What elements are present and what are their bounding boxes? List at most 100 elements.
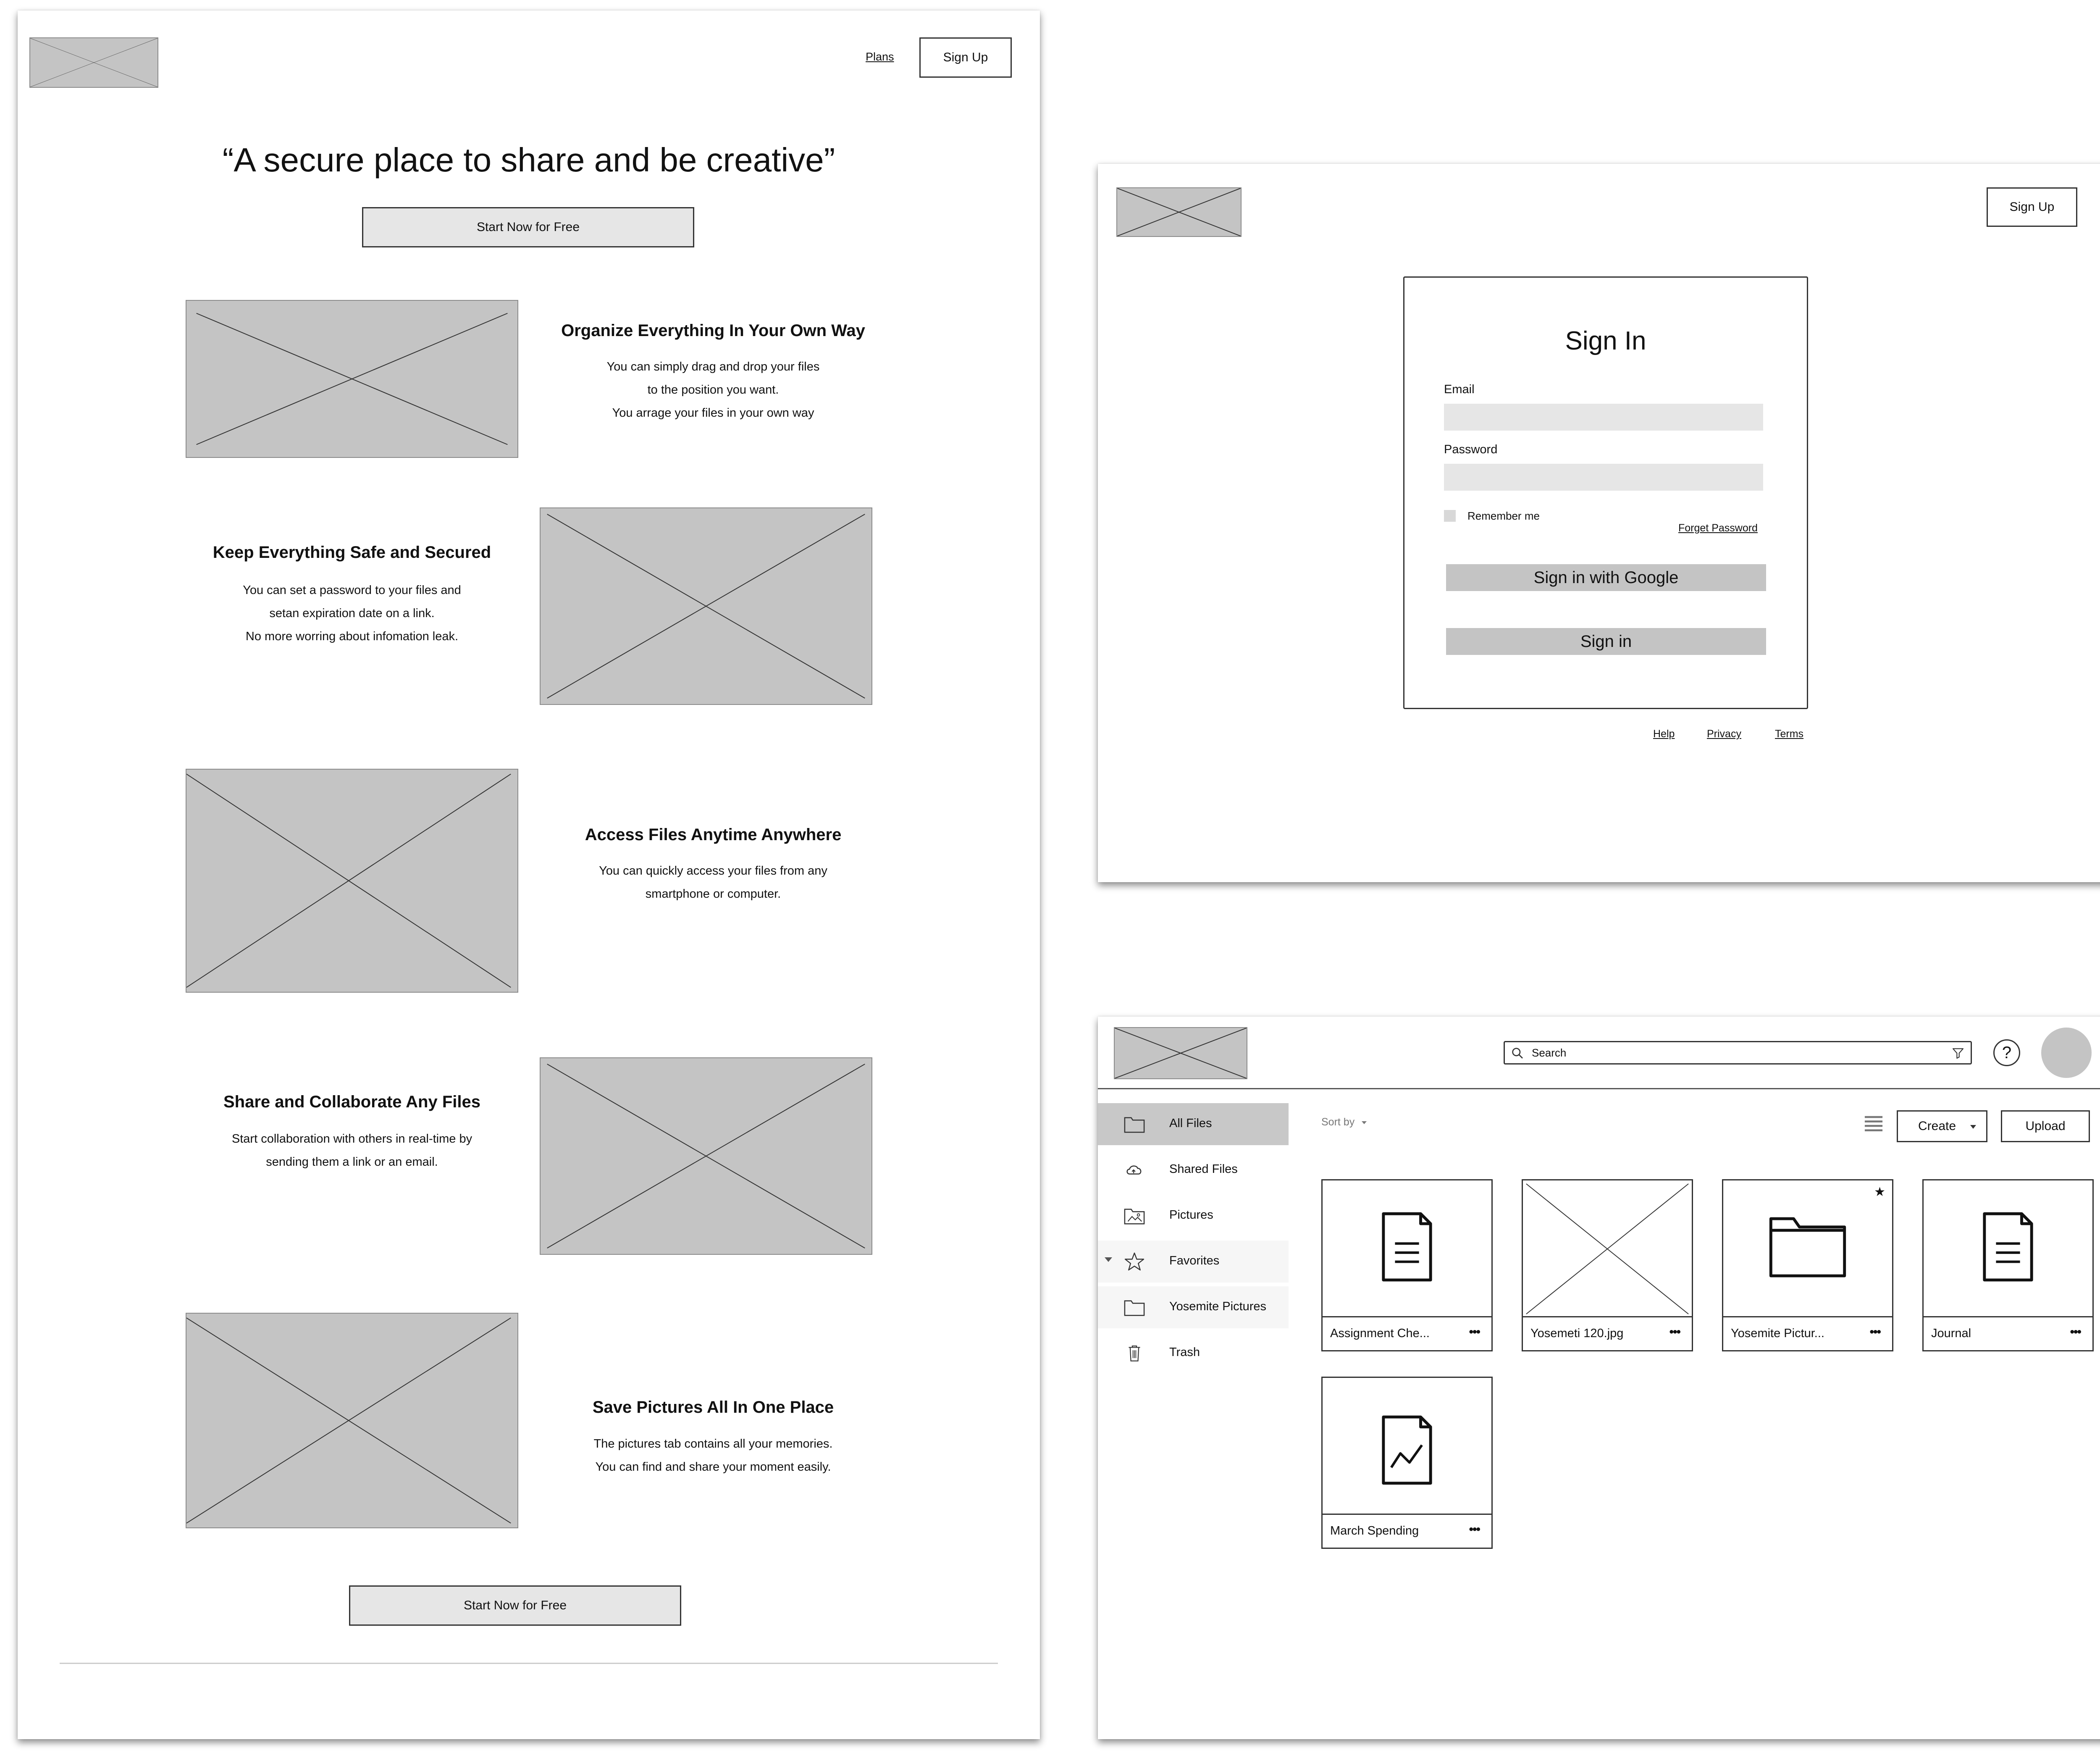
file-card[interactable]: Journal ••• <box>1922 1179 2094 1351</box>
remember-label: Remember me <box>1467 510 1540 522</box>
file-card[interactable]: ★ Yosemite Pictur... ••• <box>1722 1179 1893 1351</box>
signin-title: Sign In <box>1565 326 1646 355</box>
more-options-icon[interactable]: ••• <box>2070 1325 2081 1339</box>
placeholder-cross-icon <box>1117 188 1241 236</box>
feature-line: No more worring about infomation leak. <box>245 630 459 643</box>
sidebar-item-label: All Files <box>1169 1117 1212 1130</box>
placeholder-cross-icon <box>186 770 517 992</box>
sidebar-item-label: Shared Files <box>1169 1162 1238 1176</box>
placeholder-cross-icon <box>541 508 872 704</box>
placeholder-cross-icon <box>541 1058 872 1254</box>
sidebar-item-pictures[interactable]: Pictures <box>1098 1195 1289 1237</box>
feature-description: You can simply drag and drop your files … <box>549 355 877 425</box>
sort-dropdown[interactable]: Sort by <box>1321 1116 1367 1128</box>
sidebar-item-all-files[interactable]: All Files <box>1098 1103 1289 1145</box>
forgot-password-link[interactable]: Forget Password <box>1678 522 1758 534</box>
file-name: Assignment Che... <box>1330 1327 1430 1340</box>
folder-icon <box>1124 1300 1145 1316</box>
password-field[interactable] <box>1444 464 1763 491</box>
start-free-button-top[interactable]: Start Now for Free <box>362 207 694 247</box>
caret-down-icon <box>1970 1125 1976 1129</box>
feature-title: Share and Collaborate Any Files <box>223 1093 480 1111</box>
file-card[interactable]: Yosemeti 120.jpg ••• <box>1522 1179 1693 1351</box>
start-free-button-bottom[interactable]: Start Now for Free <box>349 1585 681 1626</box>
signup-button[interactable]: Sign Up <box>919 37 1012 78</box>
hero-headline: “A secure place to share and be creative… <box>222 141 835 179</box>
create-label: Create <box>1918 1119 1956 1133</box>
sidebar-item-trash[interactable]: Trash <box>1098 1332 1289 1374</box>
chart-document-icon <box>1382 1415 1432 1485</box>
feature-description: The pictures tab contains all your memor… <box>549 1432 877 1479</box>
terms-link[interactable]: Terms <box>1775 728 1803 740</box>
document-icon <box>1983 1212 2033 1282</box>
placeholder-cross-icon <box>186 301 517 457</box>
logo-placeholder[interactable] <box>1114 1027 1247 1079</box>
logo-placeholder[interactable] <box>1116 187 1242 237</box>
image-placeholder-icon <box>1526 1183 1689 1314</box>
starred-icon[interactable]: ★ <box>1874 1185 1885 1199</box>
feature-image-pictures <box>186 1313 518 1528</box>
help-icon[interactable]: ? <box>1993 1039 2020 1066</box>
footer-divider <box>60 1663 998 1664</box>
sidebar-item-label: Trash <box>1169 1346 1200 1359</box>
file-card[interactable]: Assignment Che... ••• <box>1321 1179 1493 1351</box>
feature-line: You can simply drag and drop your files <box>606 360 820 373</box>
feature-line: The pictures tab contains all your memor… <box>593 1437 833 1451</box>
more-options-icon[interactable]: ••• <box>1869 1325 1881 1339</box>
feature-line: to the position you want. <box>647 383 779 397</box>
plans-link[interactable]: Plans <box>866 50 894 63</box>
list-view-icon[interactable] <box>1864 1114 1883 1133</box>
sidebar-item-yosemite-pictures[interactable]: Yosemite Pictures <box>1098 1286 1289 1328</box>
sidebar-item-shared-files[interactable]: Shared Files <box>1098 1149 1289 1191</box>
password-label: Password <box>1444 443 1498 456</box>
expand-caret-icon[interactable] <box>1105 1257 1112 1262</box>
filter-icon[interactable] <box>1951 1046 1965 1060</box>
avatar[interactable] <box>2041 1028 2092 1078</box>
feature-line: setan expiration date on a link. <box>269 607 435 620</box>
search-bar[interactable]: Search <box>1504 1041 1972 1064</box>
email-field[interactable] <box>1444 404 1763 431</box>
document-icon <box>1382 1212 1432 1282</box>
feature-line: smartphone or computer. <box>645 887 781 901</box>
feature-description: You can quickly access your files from a… <box>549 859 877 906</box>
file-card-footer: Assignment Che... ••• <box>1323 1316 1491 1350</box>
file-card-footer: Yosemeti 120.jpg ••• <box>1523 1316 1692 1350</box>
caret-down-icon <box>1362 1121 1367 1124</box>
signup-button[interactable]: Sign Up <box>1987 187 2077 227</box>
files-page-panel: Search ? All Files Shared Files Pictures… <box>1098 1017 2100 1739</box>
feature-line: You can set a password to your files and <box>243 583 461 597</box>
file-card-footer: March Spending ••• <box>1323 1514 1491 1548</box>
more-options-icon[interactable]: ••• <box>1469 1522 1480 1537</box>
feature-image-access <box>186 769 518 993</box>
signin-button[interactable]: Sign in <box>1446 628 1766 655</box>
feature-line: Start collaboration with others in real-… <box>231 1132 472 1146</box>
more-options-icon[interactable]: ••• <box>1669 1325 1680 1339</box>
header-divider <box>1098 1088 2100 1089</box>
sort-label: Sort by <box>1321 1116 1355 1128</box>
feature-image-secure <box>540 507 872 705</box>
more-options-icon[interactable]: ••• <box>1469 1325 1480 1339</box>
email-label: Email <box>1444 383 1475 396</box>
help-link[interactable]: Help <box>1653 728 1675 740</box>
image-folder-icon <box>1124 1209 1145 1225</box>
feature-description: Start collaboration with others in real-… <box>186 1128 518 1174</box>
remember-checkbox[interactable] <box>1444 510 1456 522</box>
cloud-folder-icon <box>1126 1165 1142 1175</box>
file-card-footer: Yosemite Pictur... ••• <box>1723 1316 1892 1350</box>
placeholder-cross-icon <box>30 38 158 87</box>
file-name: Yosemeti 120.jpg <box>1530 1327 1624 1340</box>
trash-icon <box>1129 1345 1140 1361</box>
file-name: March Spending <box>1330 1524 1419 1538</box>
privacy-link[interactable]: Privacy <box>1707 728 1741 740</box>
placeholder-cross-icon <box>1115 1028 1247 1078</box>
sidebar-item-favorites[interactable]: Favorites <box>1098 1241 1289 1283</box>
upload-button[interactable]: Upload <box>2001 1110 2090 1142</box>
sidebar-item-label: Pictures <box>1169 1208 1213 1222</box>
file-card[interactable]: March Spending ••• <box>1321 1377 1493 1549</box>
file-card-footer: Journal ••• <box>1924 1316 2092 1350</box>
logo-placeholder[interactable] <box>29 37 158 88</box>
google-signin-button[interactable]: Sign in with Google <box>1446 564 1766 591</box>
create-button[interactable]: Create <box>1897 1110 1987 1142</box>
feature-title: Access Files Anytime Anywhere <box>585 825 842 844</box>
folder-icon <box>1769 1217 1846 1277</box>
